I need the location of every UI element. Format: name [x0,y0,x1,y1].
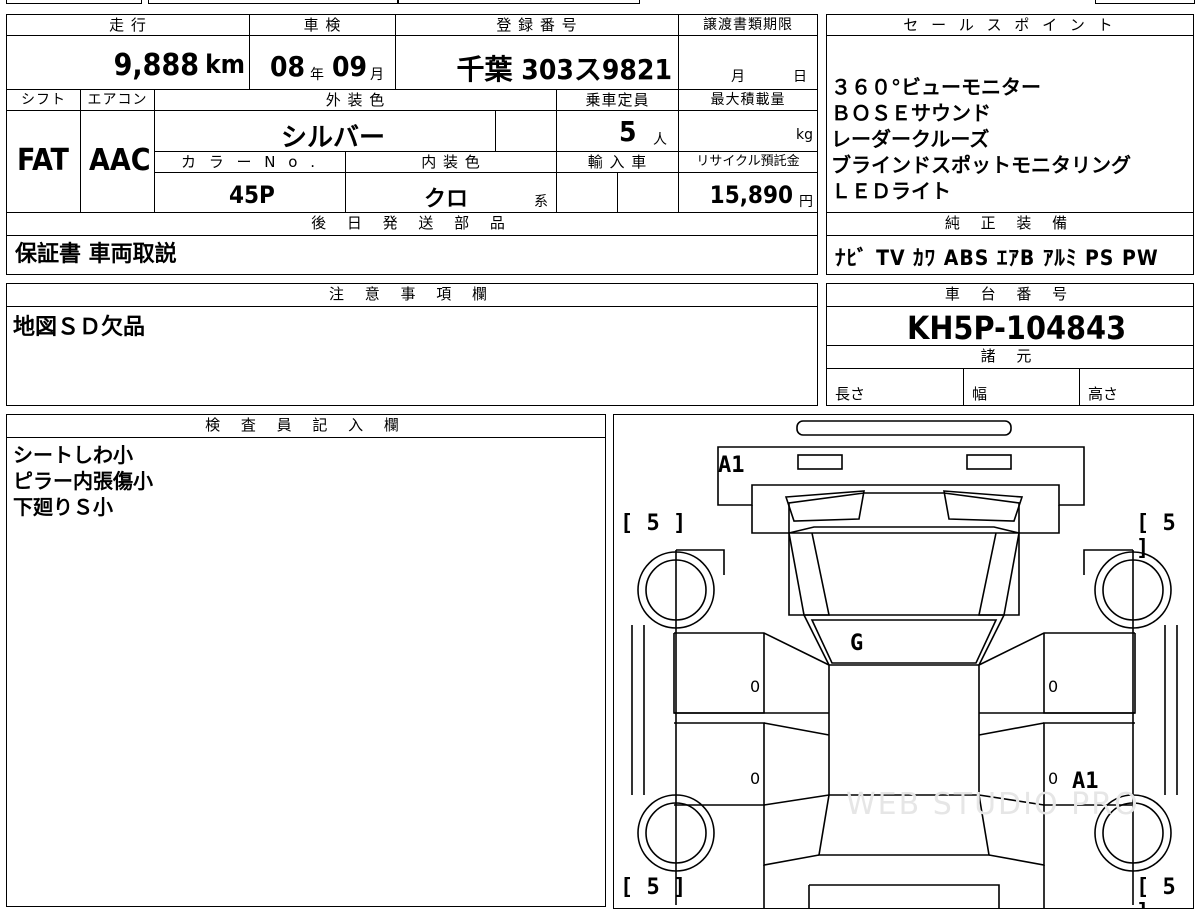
door-mark-rr: 0 [1048,769,1059,788]
car-diagram-panel: [ 5 ] [ 5 ] [ 5 ] [ 5 ] A1 G A1 0 0 0 0 … [613,414,1194,909]
color-no-cell: 45P [154,172,346,213]
registration-cell: 千葉 303ス9821 [395,35,679,90]
car-outline [631,420,1178,908]
genuine-equipment-header: 純 正 装 備 [826,212,1194,236]
mileage-value: 9,888 [113,48,199,83]
tire-depth-fr: [ 5 ] [1136,511,1176,561]
top-strip-cell-2 [148,0,398,4]
top-strip-cell-1 [6,0,142,4]
shift-header: シフト [6,89,81,111]
transfer-deadline-header: 譲渡書類期限 [678,14,818,36]
inspection-year: 08 [270,50,306,83]
top-strip-cell-4 [1095,0,1195,4]
exterior-color-cell: シルバー [154,110,496,152]
inspector-header: 検 査 員 記 入 欄 [6,414,606,438]
sales-point-list: ３６０°ビューモニター ＢＯＳＥサウンド レーダークルーズ ブラインドスポットモ… [831,74,1131,204]
mileage-header: 走 行 [6,14,250,36]
capacity-cell: 5 人 [556,110,679,152]
inspector-note: シートしわ小 [13,443,133,467]
inspection-header: 車 検 [249,14,396,36]
recycle-cell: 15,890 円 [678,172,818,213]
import-cell-left [556,172,618,213]
specs-header: 諸 元 [826,345,1194,369]
top-strip-cell-3 [398,0,640,4]
capacity-value: 5 [619,115,637,148]
inspection-month-unit: 月 [370,67,384,83]
recycle-unit: 円 [799,194,813,210]
registration-header: 登 録 番 号 [395,14,679,36]
aircon-cell: AAC [80,110,155,213]
exterior-color-value: シルバー [281,123,386,152]
sales-point-item: ＬＥＤライト [831,179,951,203]
shift-value: FAT [17,143,69,178]
capacity-header: 乗車定員 [556,89,679,111]
door-mark-fr: 0 [1048,677,1059,696]
tire-depth-rl: [ 5 ] [620,875,687,900]
sales-point-item: ３６０°ビューモニター [831,75,1041,99]
chassis-cell: KH5P-104843 [826,306,1194,346]
tire-depth-rr: [ 5 ] [1136,875,1176,908]
later-parts-value: 保証書 車両取説 [15,242,177,267]
aircon-value: AAC [89,143,151,178]
damage-mark-front-bumper: A1 [718,453,745,478]
notes-cell: 地図ＳＤ欠品 [6,306,818,406]
color-no-value: 45P [229,181,275,209]
inspection-month: 09 [332,50,368,83]
color-no-header: カ ラ ー N o . [154,151,346,173]
shift-cell: FAT [6,110,81,213]
interior-color-cell: クロ 系 [345,172,557,213]
damage-mark-glass: G [850,631,864,656]
watermark: WEB STUDIO PRO [846,787,1140,822]
sales-point-cell: ３６０°ビューモニター ＢＯＳＥサウンド レーダークルーズ ブラインドスポットモ… [826,35,1194,213]
transfer-deadline-cell: 月 日 [678,35,818,90]
registration-value: 千葉 303ス9821 [456,53,672,86]
max-load-header: 最大積載量 [678,89,818,111]
inspector-note: ピラー内張傷小 [13,469,153,493]
interior-color-value: クロ [424,187,469,212]
max-load-cell: kg [678,110,818,152]
transfer-day-label: 日 [793,69,807,85]
genuine-equipment-value: ﾅﾋﾞ TV ｶﾜ ABS ｴｱB ｱﾙﾐ PS PW [835,246,1159,270]
later-parts-header: 後 日 発 送 部 品 [6,212,818,236]
capacity-unit: 人 [653,132,667,148]
inspector-note: 下廻りＳ小 [13,495,113,519]
interior-color-suffix: 系 [534,194,548,210]
sales-point-item: レーダークルーズ [831,127,990,151]
max-load-unit: kg [796,127,813,143]
inspection-cell: 08 年 09 月 [249,35,396,90]
import-cell-right [617,172,679,213]
spec-length-cell: 長さ [826,368,964,406]
exterior-color-extra-cell [495,110,557,152]
inspection-year-unit: 年 [310,67,324,83]
inspector-notes-list: シートしわ小 ピラー内張傷小 下廻りＳ小 [13,442,153,520]
spec-height-cell: 高さ [1079,368,1194,406]
transfer-month-label: 月 [731,69,745,85]
recycle-header: リサイクル預託金 [678,151,818,173]
spec-length-label: 長さ [835,385,866,403]
sales-point-header: セ ー ル ス ポ イ ン ト [826,14,1194,36]
aircon-header: エアコン [80,89,155,111]
mileage-unit: km [205,50,245,80]
exterior-color-header: 外 装 色 [154,89,557,111]
door-mark-rl: 0 [750,769,761,788]
notes-value: 地図ＳＤ欠品 [13,315,146,340]
interior-color-header: 内 装 色 [345,151,557,173]
sales-point-item: ＢＯＳＥサウンド [831,101,991,125]
spec-width-cell: 幅 [963,368,1080,406]
door-mark-fl: 0 [750,677,761,696]
tire-depth-fl: [ 5 ] [620,511,687,536]
mileage-cell: 9,888 km [6,35,250,90]
spec-height-label: 高さ [1088,385,1119,403]
inspector-notes-cell: シートしわ小 ピラー内張傷小 下廻りＳ小 [6,437,606,907]
chassis-value: KH5P-104843 [907,309,1127,346]
import-header: 輸 入 車 [556,151,679,173]
later-parts-cell: 保証書 車両取説 [6,235,818,275]
notes-header: 注 意 事 項 欄 [6,283,818,307]
sales-point-item: ブラインドスポットモニタリング [831,153,1131,177]
spec-width-label: 幅 [972,385,988,403]
recycle-value: 15,890 [709,181,793,209]
genuine-equipment-cell: ﾅﾋﾞ TV ｶﾜ ABS ｴｱB ｱﾙﾐ PS PW [826,235,1194,275]
chassis-header: 車 台 番 号 [826,283,1194,307]
